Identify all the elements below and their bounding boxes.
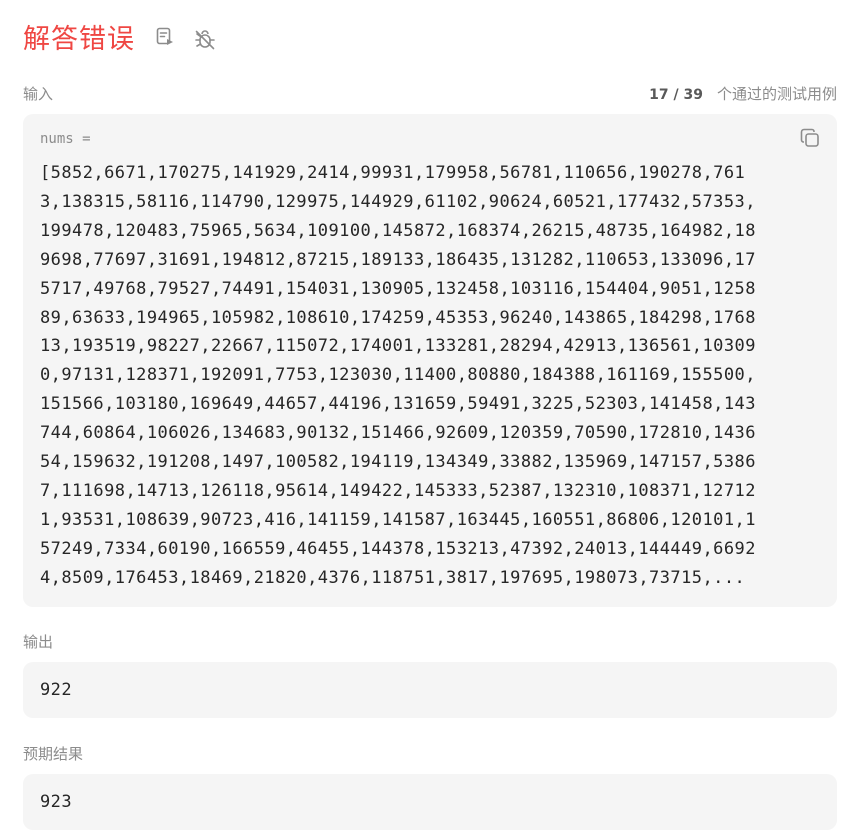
note-icon[interactable]	[153, 25, 177, 49]
input-line: 3,138315,58116,114790,129975,144929,6110…	[40, 191, 756, 212]
input-line: 7,111698,14713,126118,95614,149422,14533…	[40, 480, 756, 501]
input-line: 1,93531,108639,90723,416,141159,141587,1…	[40, 509, 756, 530]
input-line: 0,97131,128371,192091,7753,123030,11400,…	[40, 365, 756, 386]
expected-label: 预期结果	[23, 745, 84, 763]
input-line: 89,63633,194965,105982,108610,174259,453…	[40, 307, 756, 328]
input-line: 5717,49768,79527,74491,154031,130905,132…	[40, 278, 756, 299]
input-label: 输入	[23, 85, 54, 103]
input-line: 199478,120483,75965,5634,109100,145872,1…	[40, 220, 756, 241]
pass-text: 个通过的测试用例	[716, 85, 837, 103]
input-line: 9698,77697,31691,194812,87215,189133,186…	[40, 249, 756, 270]
input-line: 151566,103180,169649,44657,44196,131659,…	[40, 394, 756, 415]
expected-box: 923	[23, 774, 837, 830]
output-label: 输出	[23, 633, 54, 651]
output-box: 922	[23, 662, 837, 718]
input-value: [5852,6671,170275,141929,2414,99931,1799…	[40, 159, 822, 593]
debug-icon[interactable]	[193, 28, 217, 52]
input-line: 57249,7334,60190,166559,46455,144378,153…	[40, 538, 756, 559]
input-line: 4,8509,176453,18469,21820,4376,118751,38…	[40, 567, 746, 588]
submission-result-panel: 解答错误 输入 17 / 39 个通过的测试用例 nums = [5852,66…	[0, 0, 852, 838]
expected-value: 923	[40, 792, 73, 812]
result-header: 解答错误	[23, 18, 217, 62]
pass-count: 17 / 39	[649, 87, 703, 103]
output-value: 922	[40, 680, 73, 700]
result-status-title: 解答错误	[23, 24, 135, 55]
input-line: 54,159632,191208,1497,100582,194119,1343…	[40, 452, 756, 473]
copy-icon[interactable]	[799, 127, 821, 149]
input-var-name: nums =	[40, 131, 91, 147]
pass-info: 17 / 39 个通过的测试用例	[649, 83, 837, 104]
input-box: nums = [5852,6671,170275,141929,2414,999…	[23, 114, 837, 607]
input-line: 744,60864,106026,134683,90132,151466,926…	[40, 423, 756, 444]
input-line: [5852,6671,170275,141929,2414,99931,1799…	[40, 163, 746, 183]
input-line: 13,193519,98227,22667,115072,174001,1332…	[40, 336, 756, 357]
